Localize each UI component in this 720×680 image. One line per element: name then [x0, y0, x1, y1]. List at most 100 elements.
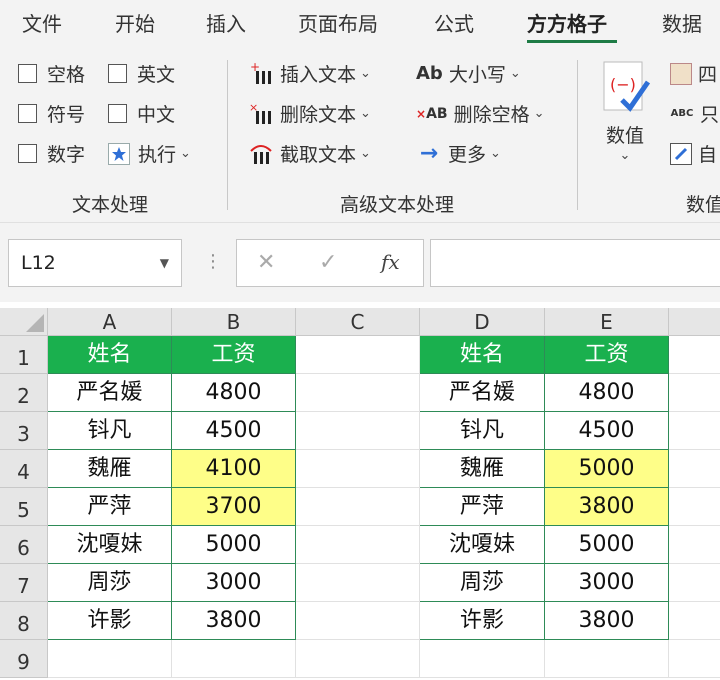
confirm-icon[interactable]: ✓: [319, 250, 337, 275]
tab-formulas[interactable]: 公式: [434, 8, 474, 37]
tab-page-layout[interactable]: 页面布局: [298, 8, 378, 37]
table1-cell[interactable]: 3800: [172, 602, 296, 640]
checkbox-english[interactable]: 英文: [108, 60, 175, 87]
table2-cell[interactable]: 5000: [545, 526, 669, 564]
row-header-4[interactable]: 4: [0, 450, 48, 488]
table2-cell[interactable]: 3000: [545, 564, 669, 602]
value-button[interactable]: (−) 数值 ⌄: [598, 60, 652, 163]
cell-empty[interactable]: [669, 336, 720, 374]
cell-empty[interactable]: [669, 564, 720, 602]
table2-cell[interactable]: 3800: [545, 602, 669, 640]
table2-cell[interactable]: 周莎: [420, 564, 545, 602]
cell-empty[interactable]: [669, 602, 720, 640]
column-header-b[interactable]: B: [172, 308, 296, 336]
cell-empty[interactable]: [545, 640, 669, 678]
column-header-c[interactable]: C: [296, 308, 420, 336]
cell-empty[interactable]: [172, 640, 296, 678]
cell-empty[interactable]: [296, 564, 420, 602]
table2-cell[interactable]: 4500: [545, 412, 669, 450]
num-item-2[interactable]: ABC 只: [670, 100, 719, 127]
cell-empty[interactable]: [296, 450, 420, 488]
column-header[interactable]: [669, 308, 720, 336]
table1-cell[interactable]: 周莎: [48, 564, 172, 602]
checkbox-box[interactable]: [108, 104, 127, 123]
column-header-a[interactable]: A: [48, 308, 172, 336]
table1-cell[interactable]: 4800: [172, 374, 296, 412]
table2-cell[interactable]: 3800: [545, 488, 669, 526]
extract-text-button[interactable]: 截取文本 ⌄: [248, 140, 371, 167]
table2-cell[interactable]: 严名媛: [420, 374, 545, 412]
table2-cell[interactable]: 许影: [420, 602, 545, 640]
row-header-1[interactable]: 1: [0, 336, 48, 374]
table1-cell[interactable]: 钭凡: [48, 412, 172, 450]
checkbox-space[interactable]: 空格: [18, 60, 85, 87]
column-header-e[interactable]: E: [545, 308, 669, 336]
table2-cell[interactable]: 沈嗄妹: [420, 526, 545, 564]
row-header-8[interactable]: 8: [0, 602, 48, 640]
row-header-9[interactable]: 9: [0, 640, 48, 678]
table2-cell[interactable]: 4800: [545, 374, 669, 412]
row-header-5[interactable]: 5: [0, 488, 48, 526]
table1-cell[interactable]: 4500: [172, 412, 296, 450]
table1-cell[interactable]: 魏雁: [48, 450, 172, 488]
row-header-2[interactable]: 2: [0, 374, 48, 412]
cell-empty[interactable]: [669, 640, 720, 678]
table2-cell[interactable]: 5000: [545, 450, 669, 488]
cell-empty[interactable]: [669, 526, 720, 564]
table2-cell[interactable]: 魏雁: [420, 450, 545, 488]
column-header-d[interactable]: D: [420, 308, 545, 336]
name-box[interactable]: L12 ▼: [8, 239, 182, 287]
delete-text-button[interactable]: × 删除文本 ⌄: [248, 100, 371, 127]
cell-empty[interactable]: [669, 488, 720, 526]
num-item-1[interactable]: 四: [670, 60, 717, 87]
table2-cell[interactable]: 钭凡: [420, 412, 545, 450]
cell-empty[interactable]: [669, 412, 720, 450]
cell-empty[interactable]: [296, 640, 420, 678]
cell-empty[interactable]: [48, 640, 172, 678]
table2-header-0[interactable]: 姓名: [420, 336, 545, 374]
cell-empty[interactable]: [669, 374, 720, 412]
checkbox-symbol[interactable]: 符号: [18, 100, 85, 127]
table1-cell[interactable]: 严名媛: [48, 374, 172, 412]
dropdown-arrow-icon[interactable]: ▼: [160, 240, 169, 286]
drag-handle-icon[interactable]: ⋮: [204, 251, 222, 272]
cell-empty[interactable]: [296, 374, 420, 412]
table2-header-1[interactable]: 工资: [545, 336, 669, 374]
insert-function-icon[interactable]: fx: [381, 250, 400, 274]
cell-empty[interactable]: [669, 450, 720, 488]
execute-button[interactable]: 执行 ⌄: [108, 140, 191, 167]
table1-cell[interactable]: 许影: [48, 602, 172, 640]
tab-file[interactable]: 文件: [22, 8, 62, 37]
tab-data[interactable]: 数据: [662, 8, 702, 37]
cell-empty[interactable]: [296, 602, 420, 640]
insert-text-button[interactable]: + 插入文本 ⌄: [248, 60, 371, 87]
tab-home[interactable]: 开始: [115, 8, 155, 37]
cancel-icon[interactable]: ✕: [257, 250, 275, 275]
cell-empty[interactable]: [296, 488, 420, 526]
num-item-3[interactable]: 自: [670, 140, 717, 167]
select-all-corner[interactable]: [0, 308, 48, 336]
case-button[interactable]: Ab 大小写 ⌄: [416, 60, 521, 87]
checkbox-number[interactable]: 数字: [18, 140, 85, 167]
checkbox-chinese[interactable]: 中文: [108, 100, 175, 127]
delete-space-button[interactable]: × AB 删除空格 ⌄: [416, 100, 545, 127]
cell-empty[interactable]: [296, 526, 420, 564]
table1-header-1[interactable]: 工资: [172, 336, 296, 374]
cell-empty[interactable]: [420, 640, 545, 678]
cell-empty[interactable]: [296, 412, 420, 450]
checkbox-box[interactable]: [18, 104, 37, 123]
row-header-6[interactable]: 6: [0, 526, 48, 564]
more-button[interactable]: → 更多 ⌄: [416, 140, 501, 167]
table2-cell[interactable]: 严萍: [420, 488, 545, 526]
formula-input[interactable]: [430, 239, 720, 287]
checkbox-box[interactable]: [18, 64, 37, 83]
checkbox-box[interactable]: [108, 64, 127, 83]
checkbox-box[interactable]: [18, 144, 37, 163]
table1-cell[interactable]: 3700: [172, 488, 296, 526]
row-header-7[interactable]: 7: [0, 564, 48, 602]
cell-empty[interactable]: [296, 336, 420, 374]
tab-fangfangezi[interactable]: 方方格子: [527, 8, 607, 37]
table1-cell[interactable]: 沈嗄妹: [48, 526, 172, 564]
table1-cell[interactable]: 3000: [172, 564, 296, 602]
tab-insert[interactable]: 插入: [206, 8, 246, 37]
